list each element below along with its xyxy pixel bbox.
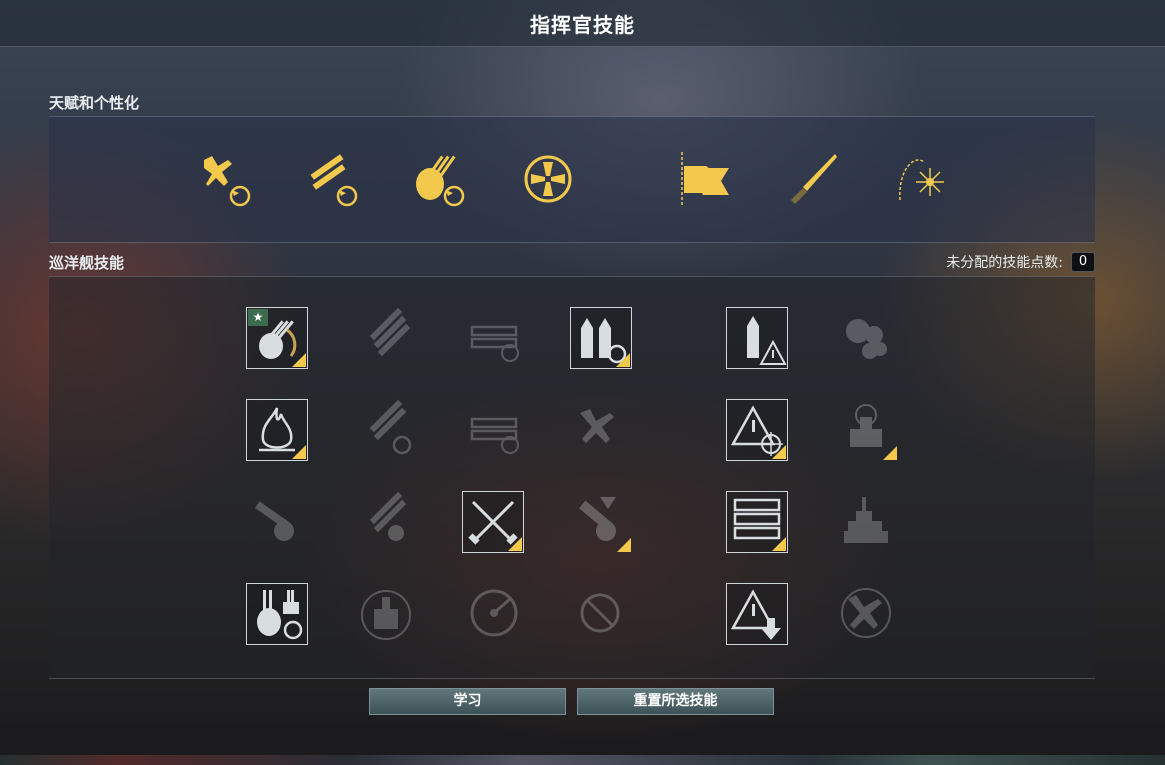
shell-reload-icon[interactable]	[570, 307, 632, 369]
talents-header: 天赋和个性化	[49, 94, 140, 112]
learned-marker-icon	[772, 537, 786, 551]
learned-marker-icon	[292, 445, 306, 459]
knife-icon[interactable]	[787, 150, 841, 208]
torpedo-armament-icon[interactable]	[464, 307, 526, 369]
flag-icon[interactable]	[678, 150, 732, 208]
no-entry-icon[interactable]	[570, 583, 632, 645]
main-battery-reload-icon[interactable]: ★	[246, 307, 308, 369]
radar-ship-icon[interactable]	[836, 399, 898, 461]
warning-down-icon[interactable]	[726, 583, 788, 645]
skills-header: 巡洋舰技能	[49, 254, 125, 272]
turret-rotate-icon[interactable]	[246, 583, 308, 645]
superstructure-icon[interactable]	[836, 491, 898, 553]
title-bar: 指挥官技能	[0, 0, 1165, 47]
armored-cargo-icon[interactable]	[726, 491, 788, 553]
star-badge-icon: ★	[248, 309, 268, 326]
torpedo-acceleration-icon[interactable]	[464, 399, 526, 461]
skill-points-label: 未分配的技能点数:	[946, 255, 1063, 271]
page-title: 指挥官技能	[530, 13, 635, 37]
learned-marker-icon	[772, 445, 786, 459]
crosshair-emblem-icon[interactable]	[521, 150, 575, 208]
plane-reload-icon[interactable]	[198, 150, 252, 208]
reset-skills-button[interactable]: 重置所选技能	[577, 688, 774, 715]
learned-marker-icon	[508, 537, 522, 551]
learned-marker-icon	[616, 353, 630, 367]
learned-marker-icon	[292, 353, 306, 367]
firework-icon[interactable]	[894, 150, 948, 208]
torpedo-reload-icon[interactable]	[356, 399, 418, 461]
torpedo-reload-icon[interactable]	[305, 150, 359, 208]
skill-points-badge: 0	[1071, 252, 1095, 272]
warning-target-icon[interactable]	[726, 399, 788, 461]
shell-warning-icon[interactable]	[726, 307, 788, 369]
torpedo-rack-icon[interactable]	[356, 307, 418, 369]
radio-locator-icon[interactable]	[464, 583, 526, 645]
aircraft-crosshair-icon[interactable]	[836, 583, 898, 645]
aa-defense-icon[interactable]	[246, 491, 308, 553]
learned-marker-icon	[617, 538, 631, 552]
ship-crosshair-icon[interactable]	[356, 583, 418, 645]
ship-engine-icon[interactable]	[836, 307, 898, 369]
fire-icon[interactable]	[246, 399, 308, 461]
torpedo-aa-icon[interactable]	[356, 491, 418, 553]
aircraft-icon[interactable]	[570, 399, 632, 461]
turret-reload-icon[interactable]	[412, 150, 466, 208]
learn-button[interactable]: 学习	[369, 688, 566, 715]
crossed-swords-icon[interactable]	[462, 491, 524, 553]
bottom-decor-strip	[0, 755, 1165, 765]
learned-marker-icon	[883, 446, 897, 460]
bomb-ap-icon[interactable]	[570, 491, 632, 553]
skill-points: 未分配的技能点数: 0	[946, 252, 1095, 272]
